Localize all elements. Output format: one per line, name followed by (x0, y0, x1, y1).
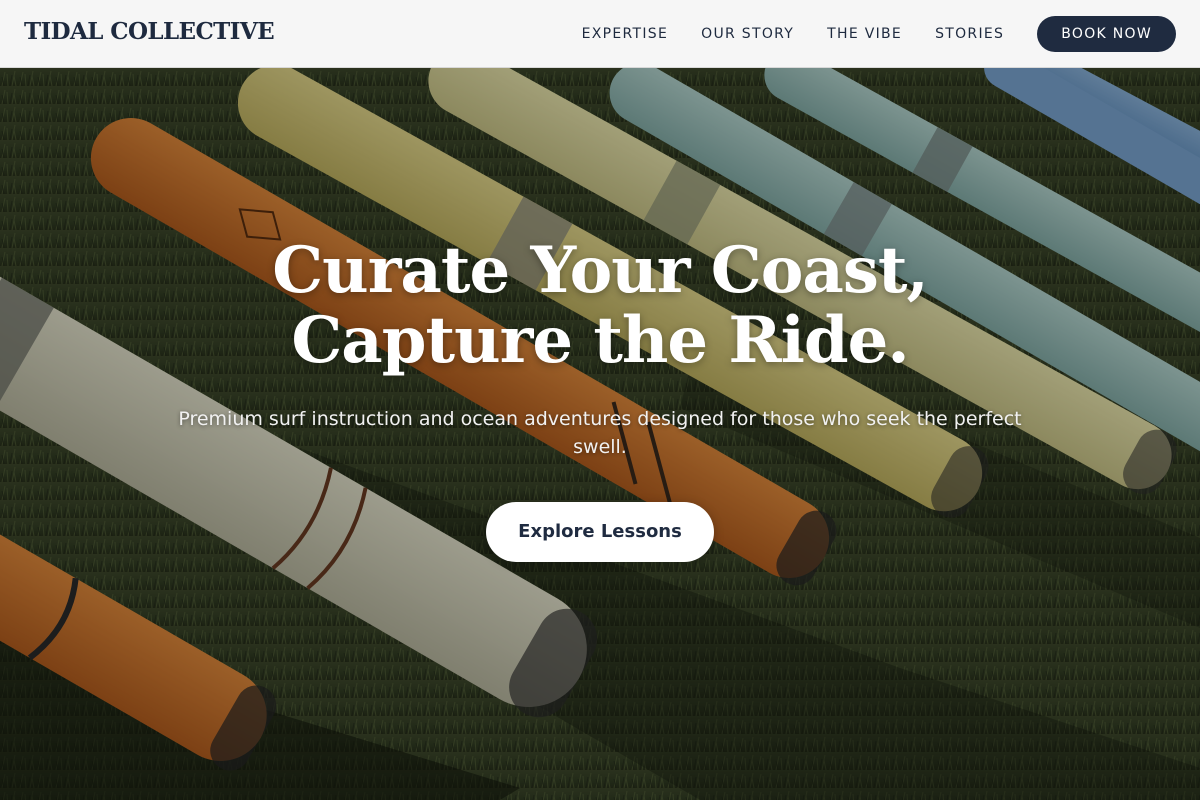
nav-link-expertise[interactable]: EXPERTISE (582, 26, 669, 42)
top-navigation-bar: TIDAL COLLECTIVE EXPERTISE OUR STORY THE… (0, 0, 1200, 68)
landing-page: TIDAL COLLECTIVE EXPERTISE OUR STORY THE… (0, 0, 1200, 800)
hero-content: Curate Your Coast, Capture the Ride. Pre… (0, 68, 1200, 800)
brand-logo[interactable]: TIDAL COLLECTIVE (24, 18, 275, 45)
hero-section: Curate Your Coast, Capture the Ride. Pre… (0, 68, 1200, 800)
nav-link-stories[interactable]: STORIES (935, 26, 1004, 42)
book-now-button[interactable]: BOOK NOW (1037, 16, 1176, 52)
hero-title-line-1: Curate Your Coast, (272, 233, 929, 308)
hero-title: Curate Your Coast, Capture the Ride. (100, 236, 1100, 376)
nav-link-the-vibe[interactable]: THE VIBE (827, 26, 902, 42)
hero-title-line-2: Capture the Ride. (291, 303, 909, 378)
hero-subtitle: Premium surf instruction and ocean adven… (178, 408, 1022, 458)
nav-link-our-story[interactable]: OUR STORY (701, 26, 794, 42)
explore-lessons-button[interactable]: Explore Lessons (486, 502, 714, 562)
primary-nav: EXPERTISE OUR STORY THE VIBE STORIES BOO… (582, 16, 1176, 52)
